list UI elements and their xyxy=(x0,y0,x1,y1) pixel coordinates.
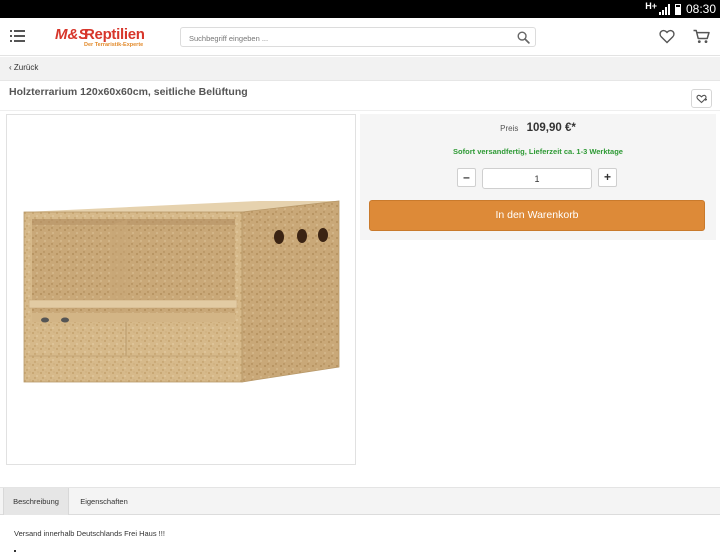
search-icon[interactable] xyxy=(517,31,530,44)
clock: 08:30 xyxy=(685,2,716,16)
status-bar: H+ 08:30 xyxy=(0,0,720,18)
quantity-increase-button[interactable]: + xyxy=(598,168,617,187)
tab-beschreibung[interactable]: Beschreibung xyxy=(3,488,69,515)
logo-tagline: Der Terraristik-Experte xyxy=(84,42,144,48)
quantity-input[interactable] xyxy=(482,168,592,189)
add-to-cart-button[interactable]: In den Warenkorb xyxy=(369,200,705,231)
price-row: Preis 109,90 €* xyxy=(360,122,716,134)
product-title: Holzterrarium 120x60x60cm, seitliche Bel… xyxy=(9,86,248,98)
product-image-frame[interactable] xyxy=(6,114,356,465)
share-button[interactable] xyxy=(691,89,712,108)
site-header: M&S Reptilien Der Terraristik-Experte xyxy=(0,18,720,56)
signal-icon xyxy=(658,3,670,15)
logo-brand: Reptilien xyxy=(84,26,145,43)
battery-icon xyxy=(674,3,681,15)
network-indicator: H+ xyxy=(645,1,657,11)
breadcrumb: ‹ Zurück xyxy=(0,57,720,81)
back-link[interactable]: ‹ Zurück xyxy=(9,63,38,72)
bullet-marker xyxy=(14,550,16,552)
search-input[interactable] xyxy=(181,29,501,48)
price-label: Preis xyxy=(500,124,519,133)
tab-bar: Beschreibung Eigenschaften xyxy=(0,487,720,515)
search-box xyxy=(180,27,536,48)
product-image xyxy=(23,200,340,383)
share-icon xyxy=(696,94,707,104)
quantity-decrease-button[interactable]: – xyxy=(457,168,476,187)
description-text: Versand innerhalb Deutschlands Frei Haus… xyxy=(14,529,165,538)
tab-eigenschaften[interactable]: Eigenschaften xyxy=(73,488,135,515)
buy-box: Preis 109,90 €* Sofort versandfertig, Li… xyxy=(360,114,716,240)
cart-icon[interactable] xyxy=(693,29,710,44)
divider xyxy=(0,110,720,111)
menu-icon[interactable] xyxy=(10,30,25,42)
price-value: 109,90 €* xyxy=(526,122,576,134)
delivery-status: Sofort versandfertig, Lieferzeit ca. 1-3… xyxy=(453,147,623,156)
heart-icon[interactable] xyxy=(659,29,675,44)
